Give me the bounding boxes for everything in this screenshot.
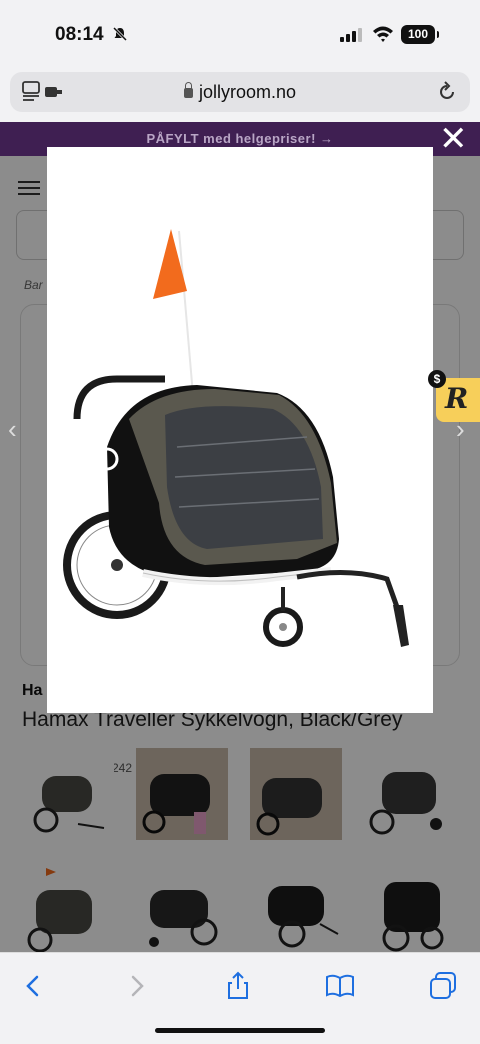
reload-icon[interactable] bbox=[436, 81, 458, 103]
badge-letter: R bbox=[445, 382, 469, 415]
back-icon[interactable] bbox=[18, 971, 48, 1001]
forward-icon[interactable] bbox=[122, 971, 152, 1001]
url-label: jollyroom.no bbox=[198, 82, 297, 102]
honey-extension-badge[interactable]: R $ bbox=[428, 370, 480, 422]
prev-image-arrow-icon[interactable]: ‹ bbox=[8, 414, 17, 445]
tabs-overview-icon[interactable] bbox=[428, 971, 458, 1001]
status-bar: 08:14 100 bbox=[0, 0, 480, 70]
close-icon[interactable]: ✕ bbox=[439, 122, 468, 156]
battery-indicator: 100 bbox=[401, 25, 439, 44]
bookmarks-icon[interactable] bbox=[325, 971, 355, 1001]
url-display[interactable]: jollyroom.no bbox=[10, 82, 470, 103]
bike-trailer-image bbox=[63, 229, 409, 647]
address-bar[interactable]: jollyroom.no bbox=[10, 72, 470, 112]
lock-icon bbox=[183, 82, 193, 98]
image-lightbox[interactable] bbox=[47, 147, 433, 713]
share-icon[interactable] bbox=[223, 971, 253, 1001]
home-indicator bbox=[155, 1028, 325, 1033]
status-time: 08:14 bbox=[55, 24, 104, 45]
promo-text: PÅFYLT med helgepriser! → bbox=[146, 131, 334, 146]
silent-bell-icon bbox=[112, 26, 128, 42]
wifi-icon bbox=[373, 26, 393, 42]
dollar-icon: $ bbox=[428, 370, 446, 388]
cellular-signal-icon bbox=[340, 28, 362, 42]
